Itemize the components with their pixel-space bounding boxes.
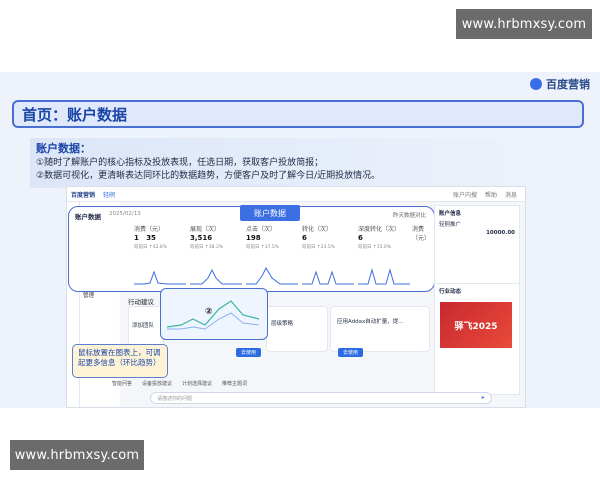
metric-card-impressions[interactable]: 展现（次） 3,516 较前日 ↑38.3%	[190, 224, 246, 286]
baidu-paw-icon	[530, 78, 542, 90]
account-balance: 10000.00	[486, 230, 515, 236]
metric-card-more[interactable]: 消费（元）	[412, 224, 432, 286]
hover-tip-callout: 鼠标放置在图表上，可调起更多信息（环比趋势）	[72, 344, 168, 378]
panel-compare-hint[interactable]: 昨天数据对比	[393, 211, 426, 219]
metric-card-clicks[interactable]: 点击（次） 198 较前日 ↑37.5%	[246, 224, 302, 286]
page-title: 首页：账户数据	[12, 100, 584, 128]
card-2-use-button[interactable]: 去使用	[236, 348, 262, 357]
account-info-heading: 账户信息	[439, 211, 462, 217]
metric-value: 6	[358, 234, 363, 242]
app-topbar: 百度营销 轻舸 账户内搜 帮助 消息	[67, 187, 525, 202]
metric-sparkline	[246, 266, 298, 285]
description-line-2: ②数据可视化，更清晰表达同环比的数据趋势，方便客户及时了解今日/近期投放情况。	[36, 171, 381, 181]
account-data-badge: 账户数据	[240, 205, 300, 221]
chart-hover-popup[interactable]: ②	[160, 288, 268, 340]
metric-sparkline	[190, 268, 242, 285]
metric-name: 深度转化（次）	[358, 226, 401, 233]
metric-value: 3,516	[190, 234, 213, 242]
brand-logo: 百度营销	[530, 76, 590, 92]
metric-delta: 较前日 ↑38.3%	[190, 245, 223, 250]
metric-delta: 较前日 ↑37.5%	[246, 245, 279, 250]
metric-value: 198	[246, 234, 261, 242]
metric-name: 消费（元）	[412, 226, 431, 242]
topbar-link-messages[interactable]: 消息	[505, 190, 517, 199]
metric-delta: 较前日 ↑42.8%	[134, 245, 167, 250]
industry-poster[interactable]: 驿飞2025	[440, 302, 512, 348]
topbar-link-help[interactable]: 帮助	[485, 190, 497, 199]
metric-value: 1 35	[134, 234, 156, 242]
chat-input[interactable]: 请描述你的问题 ➤	[150, 392, 492, 404]
card-3-use-button[interactable]: 去使用	[338, 348, 364, 357]
app-sub-logo[interactable]: 轻舸	[103, 190, 115, 199]
step-marker: ②	[205, 307, 213, 317]
suggestion-card-3[interactable]: 应用Addax自动扩量，提...	[330, 306, 430, 352]
card-title: 添加团队	[132, 323, 155, 329]
account-info-panel: 账户信息 轻舸推广 10000.00	[434, 205, 520, 291]
metric-delta: 较前日 ↑23.5%	[302, 245, 335, 250]
description-block: 账户数据： ①随时了解账户的核心指标及投放表现，任选日期，获取客户投放简报； ②…	[30, 138, 580, 188]
topbar-link-search[interactable]: 账户内搜	[453, 190, 477, 199]
assistant-suggestions: 智能问答 设备投放建议 计划选择建议 推荐主题词	[112, 378, 424, 388]
metric-name: 展现（次）	[190, 226, 221, 233]
metric-value: 6	[302, 234, 307, 242]
metric-name: 转化（次）	[302, 226, 333, 233]
metric-card-deep-conversions[interactable]: 深度转化（次） 6 较前日 ↑15.0%	[358, 224, 414, 286]
metric-sparkline	[134, 270, 186, 285]
industry-heading: 行业动态	[439, 289, 462, 295]
description-heading: 账户数据：	[36, 142, 91, 155]
send-icon[interactable]: ➤	[481, 395, 485, 401]
metric-name: 消费（元）	[134, 226, 165, 233]
popup-trend-chart	[166, 300, 260, 330]
watermark-bottom: www.hrbmxsy.com	[10, 440, 144, 470]
app-logo: 百度营销	[71, 191, 96, 199]
action-suggestions-label: 行动建议	[128, 298, 154, 306]
brand-name: 百度营销	[546, 78, 590, 91]
assist-chip-2[interactable]: 设备投放建议	[142, 380, 172, 387]
panel-date[interactable]: 2025/02/13	[109, 211, 141, 217]
panel-label: 账户数据	[75, 213, 101, 221]
metric-name: 点击（次）	[246, 226, 277, 233]
metric-card-conversions[interactable]: 转化（次） 6 较前日 ↑23.5%	[302, 224, 358, 286]
card-title: 层级策略	[271, 321, 294, 327]
chat-placeholder: 请描述你的问题	[157, 395, 193, 402]
description-line-1: ①随时了解账户的核心指标及投放表现，任选日期，获取客户投放简报；	[36, 158, 324, 168]
watermark-top: www.hrbmxsy.com	[456, 9, 592, 39]
metric-sparkline	[358, 268, 410, 285]
metric-delta: 较前日 ↑15.0%	[358, 245, 391, 250]
assist-chip-1[interactable]: 智能问答	[112, 380, 132, 387]
metric-sparkline	[302, 270, 354, 285]
suggestion-card-2[interactable]: 层级策略	[266, 306, 328, 352]
account-name: 轻舸推广	[439, 222, 462, 228]
assist-chip-4[interactable]: 推荐主题词	[222, 380, 247, 387]
card-title: 应用Addax自动扩量，提...	[337, 319, 404, 325]
metric-card-cost[interactable]: 消费（元） 1 35 较前日 ↑42.8%	[134, 224, 190, 286]
assist-chip-3[interactable]: 计划选择建议	[182, 380, 212, 387]
